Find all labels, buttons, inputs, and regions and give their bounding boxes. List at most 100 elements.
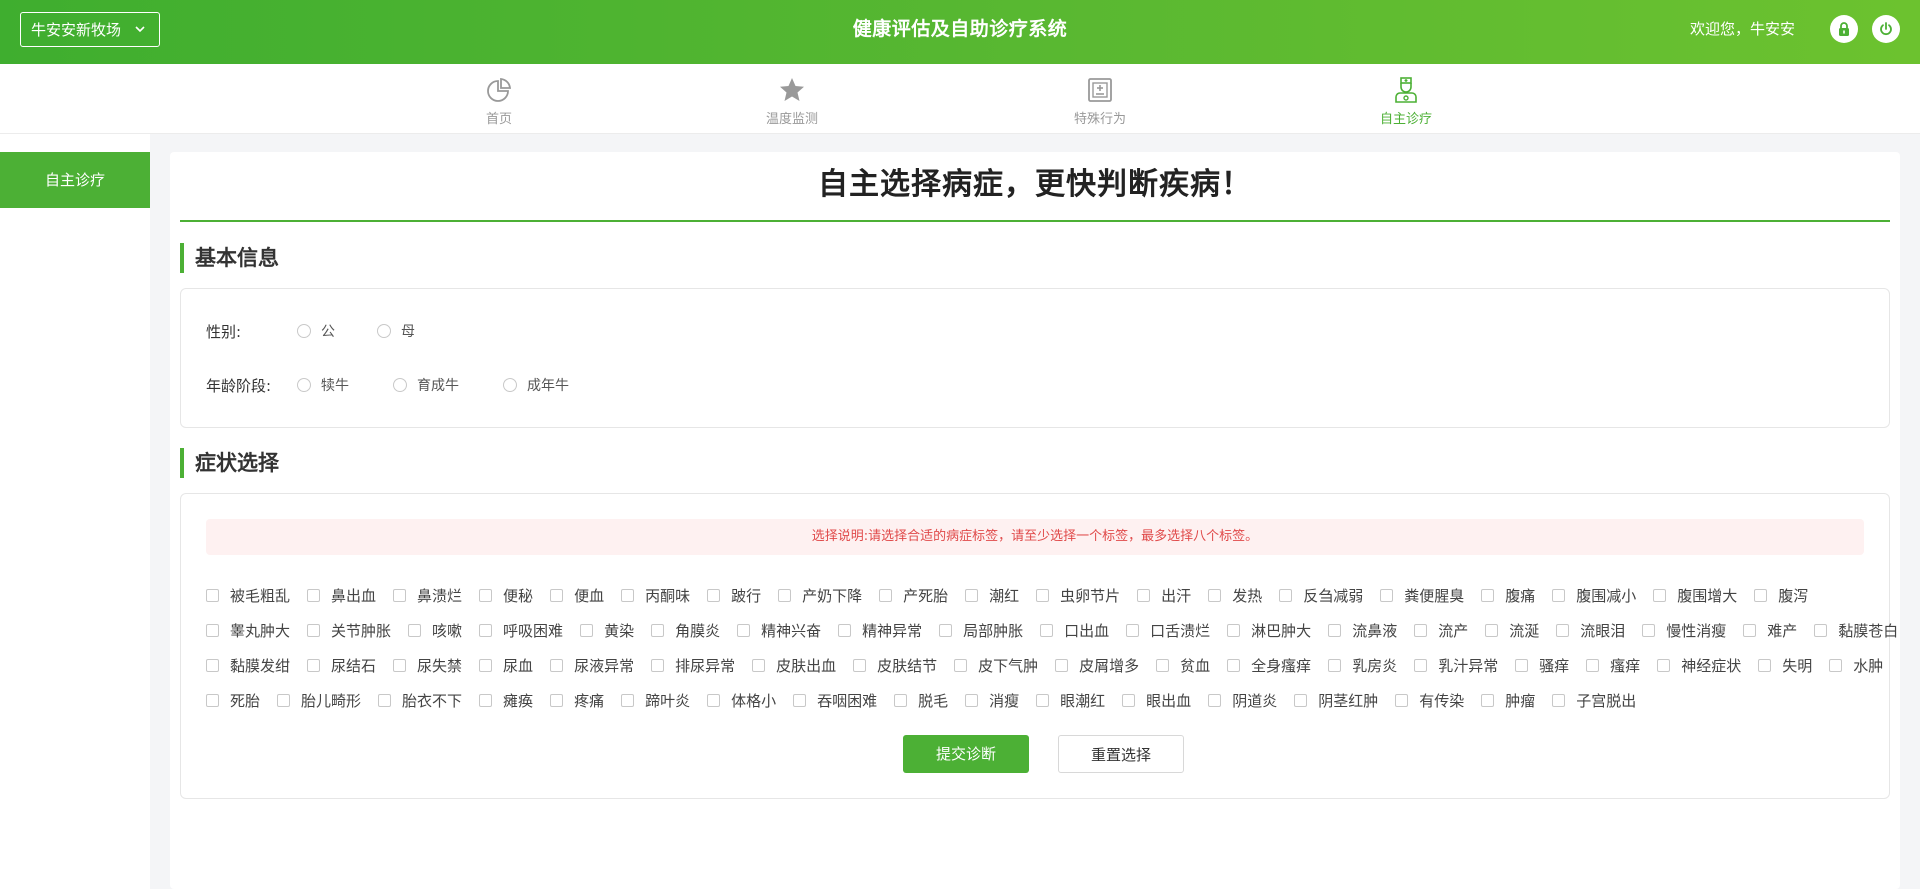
nav-item-temperature[interactable]: 温度监测: [722, 70, 862, 130]
radio-circle[interactable]: [297, 324, 311, 338]
checkbox[interactable]: [307, 659, 321, 672]
symptom-checkbox-item[interactable]: 产奶下降: [778, 578, 862, 613]
checkbox[interactable]: [965, 589, 979, 602]
checkbox[interactable]: [1758, 659, 1772, 672]
symptom-checkbox-item[interactable]: 淋巴肿大: [1227, 613, 1311, 648]
symptom-checkbox-item[interactable]: 体格小: [707, 683, 776, 718]
nav-item-home[interactable]: 首页: [429, 70, 569, 130]
checkbox[interactable]: [1208, 589, 1222, 602]
symptom-checkbox-item[interactable]: 腹泻: [1754, 578, 1808, 613]
symptom-checkbox-item[interactable]: 腹痛: [1481, 578, 1535, 613]
symptom-checkbox-item[interactable]: 肿瘤: [1481, 683, 1535, 718]
checkbox[interactable]: [894, 694, 908, 707]
symptom-checkbox-item[interactable]: 吞咽困难: [793, 683, 877, 718]
symptom-checkbox-item[interactable]: 腹围减小: [1552, 578, 1636, 613]
checkbox[interactable]: [651, 624, 665, 637]
symptom-checkbox-item[interactable]: 皮屑增多: [1055, 648, 1139, 683]
checkbox[interactable]: [879, 589, 893, 602]
symptom-checkbox-item[interactable]: 粪便腥臭: [1380, 578, 1464, 613]
checkbox[interactable]: [1552, 589, 1566, 602]
checkbox[interactable]: [1743, 624, 1757, 637]
symptom-checkbox-item[interactable]: 流眼泪: [1556, 613, 1625, 648]
checkbox[interactable]: [206, 624, 219, 637]
checkbox[interactable]: [1040, 624, 1054, 637]
reset-selection-button[interactable]: 重置选择: [1058, 735, 1184, 773]
checkbox[interactable]: [1328, 624, 1342, 637]
checkbox[interactable]: [1036, 589, 1050, 602]
symptom-checkbox-item[interactable]: 角膜炎: [651, 613, 720, 648]
checkbox[interactable]: [277, 694, 291, 707]
checkbox[interactable]: [752, 659, 766, 672]
symptom-checkbox-item[interactable]: 口舌溃烂: [1126, 613, 1210, 648]
symptom-checkbox-item[interactable]: 黏膜苍白: [1814, 613, 1898, 648]
radio-circle[interactable]: [297, 378, 311, 392]
symptom-checkbox-item[interactable]: 水肿: [1829, 648, 1883, 683]
checkbox[interactable]: [580, 624, 594, 637]
checkbox[interactable]: [1657, 659, 1671, 672]
checkbox[interactable]: [393, 659, 407, 672]
checkbox[interactable]: [853, 659, 867, 672]
symptom-checkbox-item[interactable]: 便秘: [479, 578, 533, 613]
checkbox[interactable]: [206, 694, 219, 707]
checkbox[interactable]: [408, 624, 422, 637]
symptom-checkbox-item[interactable]: 腹围增大: [1653, 578, 1737, 613]
checkbox[interactable]: [1380, 589, 1394, 602]
symptom-checkbox-item[interactable]: 皮肤结节: [853, 648, 937, 683]
checkbox[interactable]: [1481, 694, 1495, 707]
submit-diagnosis-button[interactable]: 提交诊断: [903, 735, 1029, 773]
symptom-checkbox-item[interactable]: 死胎: [206, 683, 260, 718]
checkbox[interactable]: [1395, 694, 1409, 707]
symptom-checkbox-item[interactable]: 慢性消瘦: [1642, 613, 1726, 648]
checkbox[interactable]: [479, 659, 493, 672]
checkbox[interactable]: [737, 624, 751, 637]
symptom-checkbox-item[interactable]: 产死胎: [879, 578, 948, 613]
symptom-checkbox-item[interactable]: 乳汁异常: [1414, 648, 1498, 683]
checkbox[interactable]: [621, 589, 635, 602]
checkbox[interactable]: [1055, 659, 1069, 672]
checkbox[interactable]: [707, 589, 721, 602]
checkbox[interactable]: [1481, 589, 1495, 602]
symptom-checkbox-item[interactable]: 虫卵节片: [1036, 578, 1120, 613]
checkbox[interactable]: [1208, 694, 1222, 707]
symptom-checkbox-item[interactable]: 黄染: [580, 613, 634, 648]
checkbox[interactable]: [393, 589, 407, 602]
symptom-checkbox-item[interactable]: 眼出血: [1122, 683, 1191, 718]
symptom-checkbox-item[interactable]: 胎衣不下: [378, 683, 462, 718]
checkbox[interactable]: [778, 589, 792, 602]
age-option-calf[interactable]: 犊牛: [297, 375, 349, 395]
checkbox[interactable]: [1642, 624, 1656, 637]
symptom-checkbox-item[interactable]: 关节肿胀: [307, 613, 391, 648]
symptom-checkbox-item[interactable]: 失明: [1758, 648, 1812, 683]
logout-button[interactable]: [1872, 15, 1900, 43]
symptom-checkbox-item[interactable]: 难产: [1743, 613, 1797, 648]
checkbox[interactable]: [1552, 694, 1566, 707]
nav-item-behavior[interactable]: 特殊行为: [1030, 70, 1170, 130]
age-option-adult[interactable]: 成年牛: [503, 375, 569, 395]
checkbox[interactable]: [479, 589, 493, 602]
checkbox[interactable]: [550, 659, 564, 672]
symptom-checkbox-item[interactable]: 潮红: [965, 578, 1019, 613]
checkbox[interactable]: [1829, 659, 1843, 672]
symptom-checkbox-item[interactable]: 局部肿胀: [939, 613, 1023, 648]
symptom-checkbox-item[interactable]: 跛行: [707, 578, 761, 613]
radio-circle[interactable]: [503, 378, 517, 392]
symptom-checkbox-item[interactable]: 胎儿畸形: [277, 683, 361, 718]
checkbox[interactable]: [707, 694, 721, 707]
checkbox[interactable]: [1328, 659, 1342, 672]
symptom-checkbox-item[interactable]: 脱毛: [894, 683, 948, 718]
symptom-checkbox-item[interactable]: 发热: [1208, 578, 1262, 613]
symptom-checkbox-item[interactable]: 咳嗽: [408, 613, 462, 648]
symptom-checkbox-item[interactable]: 出汗: [1137, 578, 1191, 613]
symptom-checkbox-item[interactable]: 皮肤出血: [752, 648, 836, 683]
checkbox[interactable]: [1227, 624, 1241, 637]
symptom-checkbox-item[interactable]: 鼻出血: [307, 578, 376, 613]
sidebar-item-self-diagnosis[interactable]: 自主诊疗: [0, 152, 150, 208]
symptom-checkbox-item[interactable]: 尿结石: [307, 648, 376, 683]
symptom-checkbox-item[interactable]: 反刍减弱: [1279, 578, 1363, 613]
symptom-checkbox-item[interactable]: 贫血: [1156, 648, 1210, 683]
symptom-checkbox-item[interactable]: 尿血: [479, 648, 533, 683]
checkbox[interactable]: [1653, 589, 1667, 602]
checkbox[interactable]: [1126, 624, 1140, 637]
checkbox[interactable]: [651, 659, 665, 672]
symptom-checkbox-item[interactable]: 黏膜发绀: [206, 648, 290, 683]
